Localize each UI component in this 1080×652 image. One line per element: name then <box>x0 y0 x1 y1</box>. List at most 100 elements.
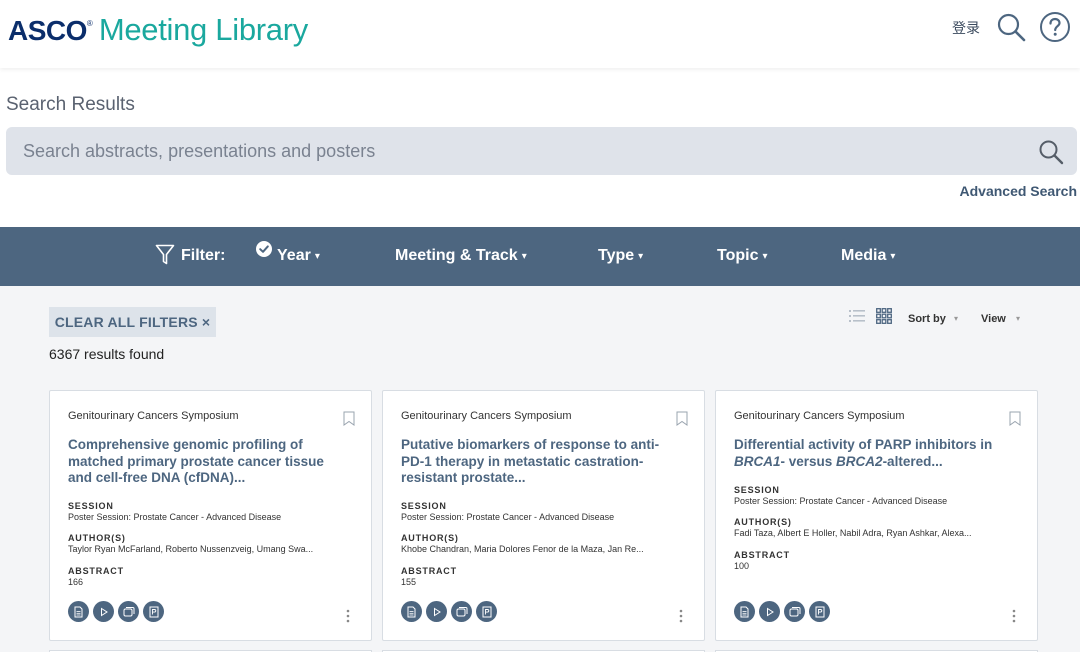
filter-media-dropdown[interactable]: Media ▾ <box>841 247 895 265</box>
authors-value: Khobe Chandran, Maria Dolores Fenor de l… <box>401 544 644 554</box>
filter-funnel-icon <box>155 244 175 265</box>
title-text: - versus <box>780 453 837 469</box>
help-icon[interactable] <box>1039 11 1071 43</box>
card-session: SESSION Poster Session: Prostate Cancer … <box>68 501 353 522</box>
abstract-label: ABSTRACT <box>401 566 457 576</box>
view-dropdown[interactable]: View <box>981 313 1006 325</box>
chevron-down-icon: ▾ <box>890 251 896 262</box>
logo-registered-mark: ® <box>86 19 93 28</box>
card-session: SESSION Poster Session: Prostate Cancer … <box>734 485 1019 506</box>
session-label: SESSION <box>734 485 780 495</box>
result-card[interactable]: Genitourinary Cancers Symposium Putative… <box>382 390 705 641</box>
chevron-down-icon: ▾ <box>762 251 768 262</box>
abstract-label: ABSTRACT <box>68 566 124 576</box>
authors-label: AUTHOR(S) <box>401 533 459 543</box>
slides-icon[interactable] <box>451 601 472 622</box>
gene-name: BRCA1 <box>734 453 781 469</box>
result-card[interactable]: Genitourinary Cancers Symposium Differen… <box>715 390 1038 641</box>
abstract-label: ABSTRACT <box>734 550 790 560</box>
chevron-down-icon: ▾ <box>638 251 644 262</box>
more-options-icon[interactable] <box>1012 609 1016 623</box>
filter-type-dropdown[interactable]: Type ▾ <box>598 247 643 265</box>
media-icons <box>734 601 830 622</box>
search-box <box>6 127 1077 175</box>
filter-topic-label: Topic <box>717 247 759 264</box>
sort-by-dropdown[interactable]: Sort by <box>908 313 946 325</box>
session-label: SESSION <box>401 501 447 511</box>
list-view-icon[interactable] <box>849 309 865 323</box>
card-authors: AUTHOR(S) Khobe Chandran, Maria Dolores … <box>401 533 686 554</box>
card-abstract: ABSTRACT 100 <box>734 550 1019 571</box>
results-area: CLEAR ALL FILTERS × 6367 results found S… <box>0 286 1080 652</box>
poster-icon[interactable] <box>476 601 497 622</box>
abstract-value: 155 <box>401 577 417 587</box>
session-value: Poster Session: Prostate Cancer - Advanc… <box>68 512 282 522</box>
document-icon[interactable] <box>734 601 755 622</box>
bookmark-icon[interactable] <box>676 411 688 426</box>
bookmark-icon[interactable] <box>343 411 355 426</box>
card-title-link[interactable]: Putative biomarkers of response to anti-… <box>401 437 676 487</box>
authors-label: AUTHOR(S) <box>68 533 126 543</box>
poster-icon[interactable] <box>809 601 830 622</box>
result-card[interactable]: Genitourinary Cancers Symposium Comprehe… <box>49 390 372 641</box>
card-authors: AUTHOR(S) Taylor Ryan McFarland, Roberto… <box>68 533 353 554</box>
document-icon[interactable] <box>401 601 422 622</box>
document-icon[interactable] <box>68 601 89 622</box>
filter-year-label: Year <box>277 247 311 264</box>
year-checked-icon <box>256 241 272 257</box>
results-count: 6367 results found <box>49 346 165 362</box>
card-abstract: ABSTRACT 166 <box>68 566 353 587</box>
title-text: -altered... <box>882 453 943 469</box>
abstract-value: 166 <box>68 577 84 587</box>
card-authors: AUTHOR(S) Fadi Taza, Albert E Holler, Na… <box>734 517 1019 538</box>
abstract-value: 100 <box>734 561 750 571</box>
session-label: SESSION <box>68 501 114 511</box>
session-value: Poster Session: Prostate Cancer - Advanc… <box>401 512 615 522</box>
search-icon[interactable] <box>996 12 1026 42</box>
filter-bar: Filter: Year ▾ Meeting & Track ▾ Type ▾ Top… <box>0 227 1080 286</box>
more-options-icon[interactable] <box>679 609 683 623</box>
card-session: SESSION Poster Session: Prostate Cancer … <box>401 501 686 522</box>
site-header: ASCO ® Meeting Library 登录 <box>0 0 1080 68</box>
filter-media-label: Media <box>841 247 887 264</box>
login-link[interactable]: 登录 <box>952 18 980 38</box>
filter-type-label: Type <box>598 247 635 264</box>
search-input[interactable] <box>23 127 1003 175</box>
filter-meeting-track-label: Meeting & Track <box>395 247 518 264</box>
filter-meeting-track-dropdown[interactable]: Meeting & Track ▾ <box>395 247 527 265</box>
chevron-down-icon: ▾ <box>314 251 320 262</box>
authors-value: Taylor Ryan McFarland, Roberto Nussenzve… <box>68 544 314 554</box>
logo-meeting-library-text: Meeting Library <box>98 12 308 47</box>
play-icon[interactable] <box>426 601 447 622</box>
media-icons <box>68 601 164 622</box>
card-meeting-name: Genitourinary Cancers Symposium <box>734 410 905 422</box>
card-title-link[interactable]: Differential activity of PARP inhibitors… <box>734 437 1009 470</box>
filter-label: Filter: <box>181 247 226 264</box>
chevron-down-icon: ▾ <box>521 251 527 262</box>
slides-icon[interactable] <box>118 601 139 622</box>
card-title-link[interactable]: Comprehensive genomic profiling of match… <box>68 437 343 487</box>
sort-chevron-down-icon[interactable]: ▾ <box>954 314 958 323</box>
view-chevron-down-icon[interactable]: ▾ <box>1016 314 1020 323</box>
media-icons <box>401 601 497 622</box>
more-options-icon[interactable] <box>346 609 350 623</box>
authors-label: AUTHOR(S) <box>734 517 792 527</box>
filter-year-dropdown[interactable]: Year ▾ <box>277 247 320 265</box>
card-abstract: ABSTRACT 155 <box>401 566 686 587</box>
poster-icon[interactable] <box>143 601 164 622</box>
asco-logo[interactable]: ASCO ® Meeting Library <box>8 12 308 48</box>
filter-topic-dropdown[interactable]: Topic ▾ <box>717 247 768 265</box>
play-icon[interactable] <box>759 601 780 622</box>
advanced-search-link[interactable]: Advanced Search <box>960 183 1078 199</box>
authors-value: Fadi Taza, Albert E Holler, Nabil Adra, … <box>734 528 972 538</box>
session-value: Poster Session: Prostate Cancer - Advanc… <box>734 496 948 506</box>
clear-all-filters-button[interactable]: CLEAR ALL FILTERS × <box>49 307 216 337</box>
slides-icon[interactable] <box>784 601 805 622</box>
search-submit-icon[interactable] <box>1038 139 1064 165</box>
card-meeting-name: Genitourinary Cancers Symposium <box>68 410 239 422</box>
play-icon[interactable] <box>93 601 114 622</box>
gene-name: BRCA2 <box>836 453 883 469</box>
bookmark-icon[interactable] <box>1009 411 1021 426</box>
logo-asco-text: ASCO <box>8 15 87 46</box>
grid-view-icon[interactable] <box>876 308 892 324</box>
